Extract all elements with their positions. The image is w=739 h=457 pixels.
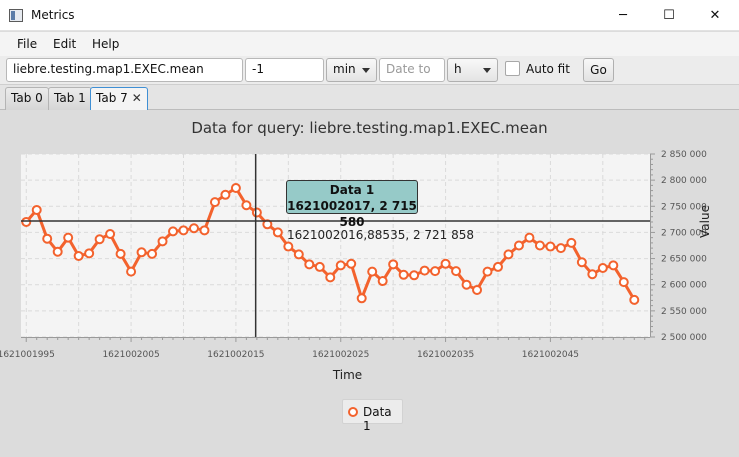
data-point xyxy=(629,294,640,305)
data-point xyxy=(367,266,378,277)
data-point xyxy=(409,270,420,281)
legend-marker-icon xyxy=(348,407,358,417)
data-point xyxy=(283,241,294,252)
data-point xyxy=(220,189,231,200)
data-point xyxy=(136,247,147,258)
data-point xyxy=(31,204,42,215)
data-point xyxy=(199,225,210,236)
x-tick-label: 1621001995 xyxy=(0,350,55,360)
data-point xyxy=(555,243,566,254)
y-axis-label: Value xyxy=(698,205,712,238)
x-tick-label: 1621002045 xyxy=(522,350,579,360)
data-point xyxy=(451,266,462,277)
tooltip-value: 1621002017, 2 715 580 xyxy=(287,199,417,229)
data-point xyxy=(534,240,545,251)
x-axis-label: Time xyxy=(332,368,363,382)
data-point xyxy=(419,265,430,276)
data-point xyxy=(272,227,283,238)
data-point xyxy=(147,248,158,259)
y-tick-label: 2 850 000 xyxy=(661,150,707,160)
data-point xyxy=(325,272,336,283)
data-point xyxy=(356,293,367,304)
data-point xyxy=(241,200,252,211)
data-point xyxy=(545,241,556,252)
data-point xyxy=(503,249,514,260)
x-tick-label: 1621002025 xyxy=(312,350,369,360)
data-point xyxy=(513,240,524,251)
data-point xyxy=(314,261,325,272)
data-point xyxy=(63,232,74,243)
y-tick-label: 2 800 000 xyxy=(661,176,707,186)
data-point xyxy=(115,248,126,259)
data-point xyxy=(293,249,304,260)
data-point xyxy=(566,237,577,248)
data-point xyxy=(472,284,483,295)
data-point xyxy=(21,216,32,227)
data-point xyxy=(576,257,587,268)
data-point xyxy=(42,233,53,244)
data-point xyxy=(398,269,409,280)
data-point xyxy=(377,276,388,287)
x-tick-label: 1621002005 xyxy=(102,350,159,360)
data-point xyxy=(52,246,63,257)
data-point xyxy=(84,248,95,259)
data-point xyxy=(618,277,629,288)
data-point xyxy=(304,259,315,270)
data-point xyxy=(587,269,598,280)
data-point xyxy=(209,197,220,208)
data-point xyxy=(73,250,84,261)
y-tick-label: 2 600 000 xyxy=(661,281,707,291)
data-point xyxy=(430,266,441,277)
data-point xyxy=(524,232,535,243)
data-point xyxy=(440,258,451,269)
data-tooltip: Data 1 1621002017, 2 715 580 xyxy=(286,180,418,229)
crosshair-label: 1621002016,88535, 2 721 858 xyxy=(287,228,475,242)
data-point xyxy=(461,279,472,290)
tooltip-series: Data 1 xyxy=(329,183,375,197)
legend[interactable]: Data 1 xyxy=(342,399,403,433)
data-point xyxy=(251,207,262,218)
data-point xyxy=(597,262,608,273)
data-point xyxy=(178,225,189,236)
data-point xyxy=(388,259,399,270)
y-tick-label: 2 550 000 xyxy=(661,307,707,317)
y-tick-label: 2 650 000 xyxy=(661,255,707,265)
data-point xyxy=(168,226,179,237)
legend-label: Data 1 xyxy=(363,405,392,433)
data-point xyxy=(482,266,493,277)
x-tick-label: 1621002035 xyxy=(417,350,474,360)
x-tick-label: 1621002015 xyxy=(207,350,264,360)
data-point xyxy=(157,236,168,247)
data-point xyxy=(492,261,503,272)
data-point xyxy=(230,182,241,193)
data-point xyxy=(608,260,619,271)
data-point xyxy=(335,260,346,271)
data-point xyxy=(126,266,137,277)
data-point xyxy=(94,234,105,245)
data-point xyxy=(346,258,357,269)
y-tick-label: 2 500 000 xyxy=(661,333,707,343)
data-point xyxy=(105,228,116,239)
data-point xyxy=(188,223,199,234)
